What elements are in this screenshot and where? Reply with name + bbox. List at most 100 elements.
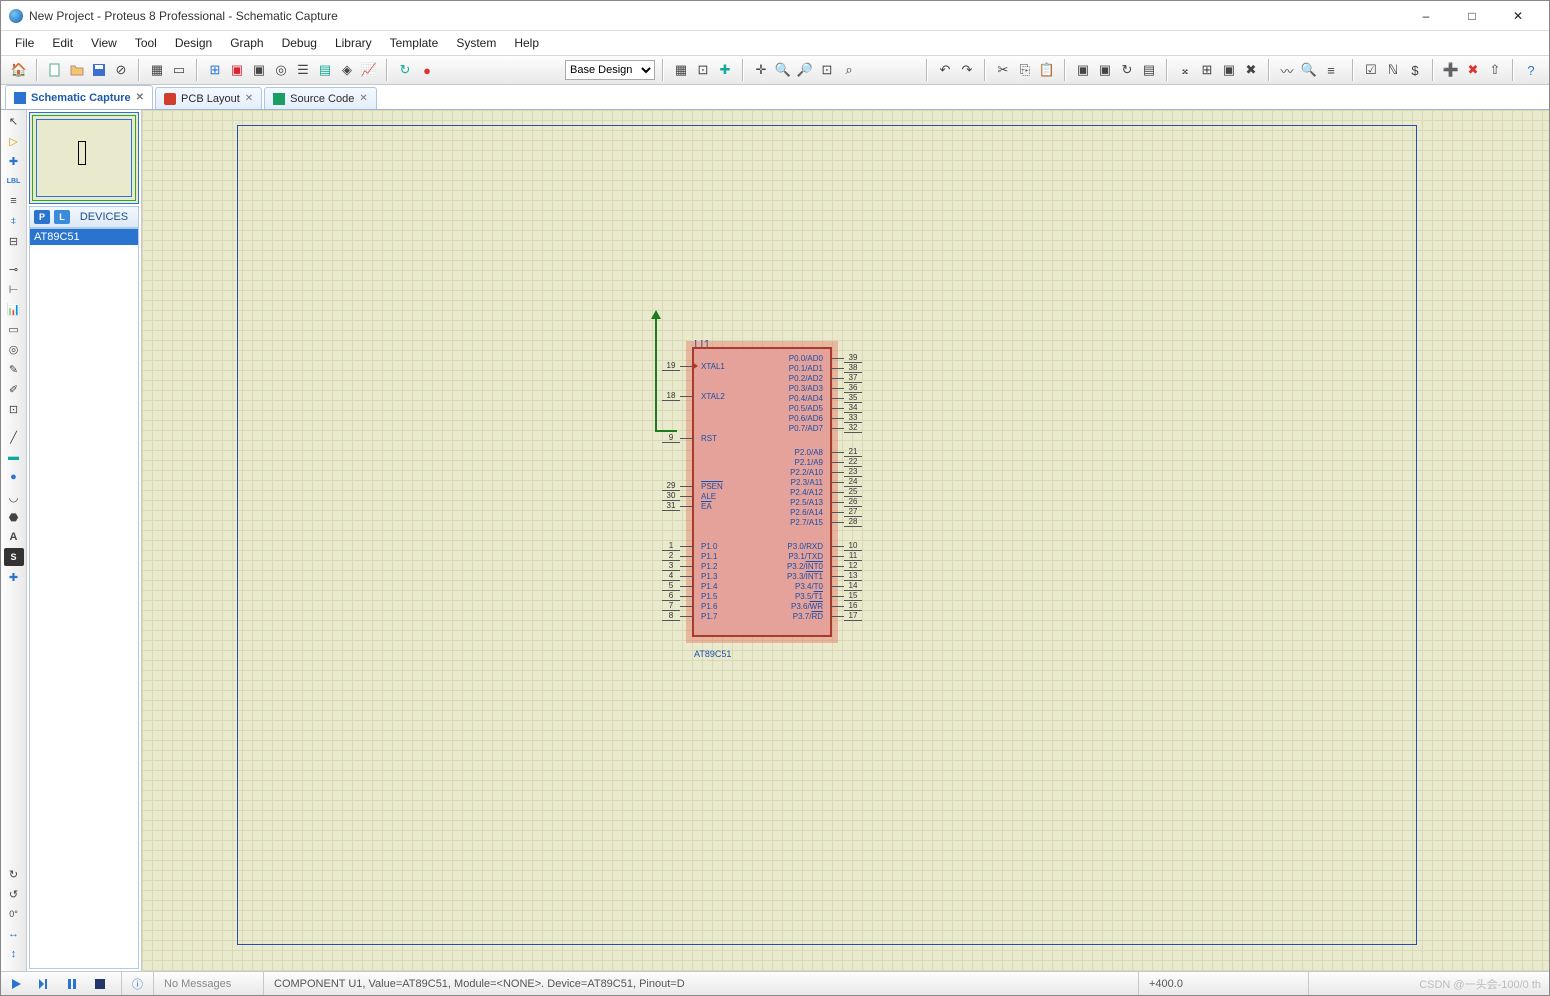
menu-library[interactable]: Library — [327, 34, 380, 52]
pin-19[interactable]: 19XTAL1 — [662, 361, 694, 371]
library-button[interactable]: L — [54, 210, 70, 224]
pin-3[interactable]: 3P1.2 — [662, 561, 694, 571]
menu-graph[interactable]: Graph — [222, 34, 271, 52]
menu-edit[interactable]: Edit — [44, 34, 81, 52]
paste-button[interactable]: 📋 — [1037, 60, 1057, 80]
pin-1[interactable]: 1P1.0 — [662, 541, 694, 551]
overview-panel[interactable] — [29, 112, 139, 204]
undo-button[interactable]: ↶ — [935, 60, 955, 80]
block-delete-button[interactable]: ▤ — [1139, 60, 1159, 80]
symbol-2d-button[interactable]: S — [4, 548, 24, 566]
flip-v-button[interactable]: ↕ — [4, 945, 24, 963]
property-button[interactable]: ≡ — [1321, 60, 1341, 80]
decompose-button[interactable]: ✖ — [1241, 60, 1261, 80]
device-list[interactable]: AT89C51 — [29, 228, 139, 969]
text-2d-button[interactable]: A — [4, 528, 24, 546]
netlist-button[interactable]: ℕ — [1383, 60, 1403, 80]
schematic-button[interactable]: ⊞ — [205, 60, 225, 80]
marker-2d-button[interactable]: ✚ — [4, 568, 24, 586]
pin-33[interactable]: 33P0.6/AD6 — [830, 413, 862, 423]
zoom-in-button[interactable]: 🔍 — [773, 60, 793, 80]
pin-15[interactable]: 15P3.5/T1 — [830, 591, 862, 601]
component-u1[interactable]: U1 19XTAL118XTAL29RST29PSEN30ALE31EA1P1.… — [657, 347, 857, 647]
zoom-all-button[interactable]: ⊡ — [817, 60, 837, 80]
pin-9[interactable]: 9RST — [662, 433, 694, 443]
bom-button[interactable]: ☰ — [293, 60, 313, 80]
sim-step-button[interactable] — [33, 974, 55, 994]
tab-source-code[interactable]: Source Code✕ — [264, 87, 377, 109]
tab-close-icon[interactable]: ✕ — [245, 93, 253, 104]
pin-28[interactable]: 28P2.7/A15 — [830, 517, 862, 527]
pin-29[interactable]: 29PSEN — [662, 481, 694, 491]
tab-close-icon[interactable]: ✕ — [359, 93, 367, 104]
menu-tool[interactable]: Tool — [127, 34, 165, 52]
line-2d-button[interactable]: ╱ — [4, 428, 24, 446]
design-variant-combo[interactable]: Base Design — [565, 60, 655, 80]
pin-22[interactable]: 22P2.1/A9 — [830, 457, 862, 467]
tab-pcb-layout[interactable]: PCB Layout✕ — [155, 87, 262, 109]
box-2d-button[interactable]: ▬ — [4, 448, 24, 466]
bus-mode-button[interactable]: ⧧ — [4, 212, 24, 230]
circle-2d-button[interactable]: ● — [4, 468, 24, 486]
pin-21[interactable]: 21P2.0/A8 — [830, 447, 862, 457]
close-button[interactable]: ✕ — [1495, 1, 1541, 31]
menu-debug[interactable]: Debug — [274, 34, 325, 52]
tape-mode-button[interactable]: ▭ — [4, 320, 24, 338]
block-copy-button[interactable]: ▣ — [1073, 60, 1093, 80]
cut-button[interactable]: ✂ — [993, 60, 1013, 80]
text-script-button[interactable]: ≡ — [4, 192, 24, 210]
home-button[interactable]: 🏠 — [9, 60, 29, 80]
wirelabel-mode-button[interactable]: LBL — [4, 172, 24, 190]
minimize-button[interactable]: – — [1403, 1, 1449, 31]
rotate-ccw-button[interactable]: ↺ — [4, 885, 24, 903]
live-button[interactable]: ● — [417, 60, 437, 80]
pick-device-button[interactable]: P — [34, 210, 50, 224]
pin-37[interactable]: 37P0.2/AD2 — [830, 373, 862, 383]
zoom-area-button[interactable]: ⌕ — [839, 60, 859, 80]
sim-pause-button[interactable] — [61, 974, 83, 994]
wire-autoroute-button[interactable]: 〰 — [1277, 60, 1297, 80]
subcircuit-mode-button[interactable]: ⊟ — [4, 232, 24, 250]
menu-system[interactable]: System — [448, 34, 504, 52]
set-area-button[interactable]: ▭ — [169, 60, 189, 80]
probe-v-button[interactable]: ✎ — [4, 360, 24, 378]
tab-close-icon[interactable]: ✕ — [136, 92, 144, 103]
pin-25[interactable]: 25P2.4/A12 — [830, 487, 862, 497]
bom-gen-button[interactable]: $ — [1405, 60, 1425, 80]
center-button[interactable]: ✛ — [751, 60, 771, 80]
arc-2d-button[interactable]: ◡ — [4, 488, 24, 506]
pin-11[interactable]: 11P3.1/TXD — [830, 551, 862, 561]
pin-18[interactable]: 18XTAL2 — [662, 391, 694, 401]
pin-14[interactable]: 14P3.4/T0 — [830, 581, 862, 591]
pin-5[interactable]: 5P1.4 — [662, 581, 694, 591]
explorer-button[interactable]: ◈ — [337, 60, 357, 80]
refresh-button[interactable]: ↻ — [395, 60, 415, 80]
print-area-button[interactable]: ▦ — [147, 60, 167, 80]
erc-button[interactable]: ☑ — [1361, 60, 1381, 80]
new-sheet-button[interactable]: ➕ — [1441, 60, 1461, 80]
pin-16[interactable]: 16P3.6/WR — [830, 601, 862, 611]
pin-30[interactable]: 30ALE — [662, 491, 694, 501]
pin-32[interactable]: 32P0.7/AD7 — [830, 423, 862, 433]
make-device-button[interactable]: ⊞ — [1197, 60, 1217, 80]
new-button[interactable] — [45, 60, 65, 80]
instrument-button[interactable]: ⊡ — [4, 400, 24, 418]
junction-mode-button[interactable]: ✚ — [4, 152, 24, 170]
flip-h-button[interactable]: ↔ — [4, 925, 24, 943]
maximize-button[interactable]: □ — [1449, 1, 1495, 31]
search-button[interactable]: 🔍 — [1299, 60, 1319, 80]
block-rotate-button[interactable]: ↻ — [1117, 60, 1137, 80]
pin-24[interactable]: 24P2.3/A11 — [830, 477, 862, 487]
menu-file[interactable]: File — [7, 34, 42, 52]
sim-play-button[interactable] — [5, 974, 27, 994]
pin-38[interactable]: 38P0.1/AD1 — [830, 363, 862, 373]
path-2d-button[interactable]: ⬣ — [4, 508, 24, 526]
snap-button[interactable]: ⊡ — [693, 60, 713, 80]
open-button[interactable] — [67, 60, 87, 80]
block-move-button[interactable]: ▣ — [1095, 60, 1115, 80]
menu-template[interactable]: Template — [382, 34, 447, 52]
exit-parent-button[interactable]: ⇧ — [1485, 60, 1505, 80]
gerber-button[interactable]: ◎ — [271, 60, 291, 80]
redo-button[interactable]: ↷ — [957, 60, 977, 80]
chart-button[interactable]: 📈 — [359, 60, 379, 80]
